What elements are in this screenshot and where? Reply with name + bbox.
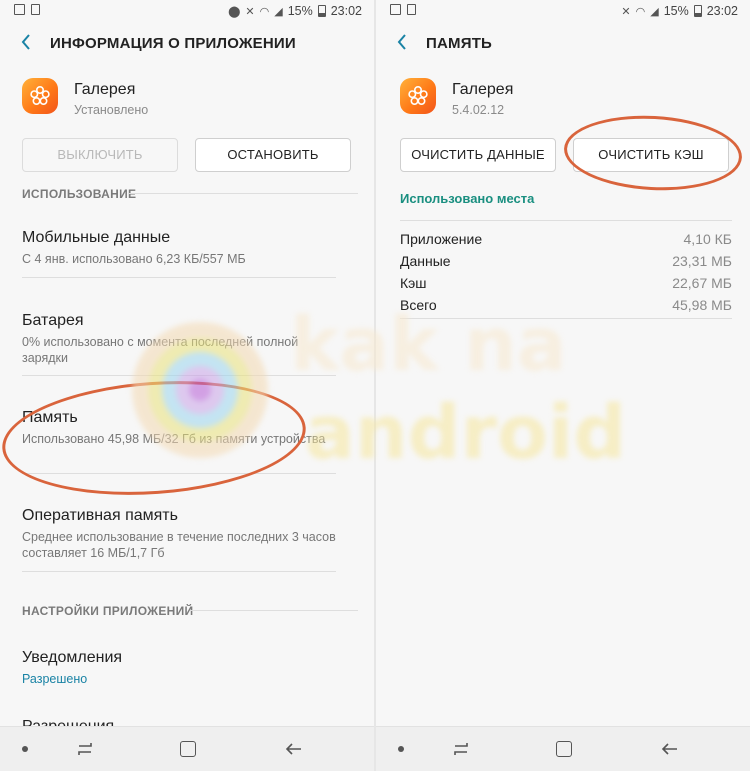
used-space-header: Использовано места — [400, 191, 535, 206]
item-subtitle: 0% использовано с момента последней полн… — [22, 335, 299, 365]
app-name: Галерея — [74, 81, 136, 98]
storage-row-cache: Кэш 22,67 МБ — [400, 273, 732, 295]
mobile-data-item[interactable]: Мобильные данные С 4 янв. использовано 6… — [22, 229, 346, 267]
status-bar: ✕ ◠ ◢ 15% 23:02 — [376, 0, 750, 24]
back-button[interactable] — [14, 30, 38, 58]
row-value: 4,10 КБ — [683, 231, 732, 247]
item-title: Мобильные данные — [22, 229, 171, 246]
clock: 23:02 — [706, 4, 738, 18]
gallery-notification-icon — [14, 4, 25, 15]
section-divider — [400, 318, 732, 319]
recent-apps-icon[interactable] — [76, 740, 94, 758]
nav-dot-icon[interactable] — [398, 746, 404, 752]
row-label: Кэш — [400, 275, 427, 291]
storage-item[interactable]: Память Использовано 45,98 МБ/32 Гб из па… — [22, 409, 346, 447]
chevron-left-icon — [397, 34, 406, 50]
item-title: Память — [22, 409, 78, 426]
row-label: Данные — [400, 253, 451, 269]
storage-row-app: Приложение 4,10 КБ — [400, 229, 732, 251]
back-button[interactable] — [390, 30, 414, 58]
sd-card-icon — [31, 4, 40, 15]
list-divider — [22, 277, 336, 278]
disable-button[interactable]: ВЫКЛЮЧИТЬ — [22, 138, 178, 172]
clock: 23:02 — [330, 4, 362, 18]
battery-percent: 15% — [287, 4, 313, 18]
page-title: ПАМЯТЬ — [426, 35, 493, 52]
row-value: 23,31 МБ — [672, 253, 732, 269]
app-version: 5.4.02.12 — [452, 103, 505, 117]
app-bar: ИНФОРМАЦИЯ О ПРИЛОЖЕНИИ — [0, 28, 374, 62]
nav-dot-icon[interactable] — [22, 746, 28, 752]
battery-item[interactable]: Батарея 0% использовано с момента послед… — [22, 312, 346, 366]
recent-apps-icon[interactable] — [452, 740, 470, 758]
ram-item[interactable]: Оперативная память Среднее использование… — [22, 507, 346, 561]
item-subtitle: С 4 янв. использовано 6,23 КБ/557 МБ — [22, 252, 246, 266]
navigation-bar — [376, 726, 750, 771]
force-stop-button[interactable]: ОСТАНОВИТЬ — [195, 138, 351, 172]
storage-row-data: Данные 23,31 МБ — [400, 251, 732, 273]
app-settings-section-header: НАСТРОЙКИ ПРИЛОЖЕНИЙ — [22, 604, 194, 618]
list-divider — [22, 375, 336, 376]
clear-cache-button[interactable]: ОЧИСТИТЬ КЭШ — [573, 138, 729, 172]
item-title: Уведомления — [22, 649, 123, 666]
app-info-screen: ⬤ ✕ ◠ ◢ 15% 23:02 ИНФОРМАЦИЯ О ПРИЛОЖЕНИ… — [0, 0, 374, 771]
app-name: Галерея — [452, 81, 514, 98]
notifications-item[interactable]: Уведомления Разрешено — [22, 649, 346, 687]
storage-screen: ✕ ◠ ◢ 15% 23:02 ПАМЯТЬ Галерея 5.4.02.12… — [376, 0, 750, 771]
gallery-notification-icon — [390, 4, 401, 15]
wifi-icon: ◠ — [635, 5, 646, 18]
gallery-app-icon — [400, 78, 436, 114]
item-subtitle: Разрешено — [22, 672, 88, 686]
signal-icon: ◢ — [650, 5, 659, 18]
wifi-icon: ◠ — [259, 5, 270, 18]
battery-icon — [693, 5, 702, 17]
clear-data-button[interactable]: ОЧИСТИТЬ ДАННЫЕ — [400, 138, 556, 172]
usage-section-header: ИСПОЛЬЗОВАНИЕ — [22, 187, 137, 201]
item-subtitle: Среднее использование в течение последни… — [22, 530, 336, 560]
signal-icon: ◢ — [274, 5, 283, 18]
page-title: ИНФОРМАЦИЯ О ПРИЛОЖЕНИИ — [50, 35, 296, 52]
storage-row-total: Всего 45,98 МБ — [400, 295, 732, 317]
install-status: Установлено — [74, 103, 149, 117]
chevron-left-icon — [21, 34, 30, 50]
app-summary: Галерея Установлено — [22, 78, 374, 122]
row-label: Всего — [400, 297, 437, 313]
sd-card-icon — [407, 4, 416, 15]
row-value: 45,98 МБ — [672, 297, 732, 313]
row-value: 22,67 МБ — [672, 275, 732, 291]
gallery-app-icon — [22, 78, 58, 114]
item-subtitle: Использовано 45,98 МБ/32 Гб из памяти ус… — [22, 432, 326, 446]
mute-icon: ✕ — [621, 5, 631, 18]
list-divider — [22, 571, 336, 572]
app-summary: Галерея 5.4.02.12 — [400, 78, 750, 122]
battery-icon — [317, 5, 326, 17]
app-bar: ПАМЯТЬ — [376, 28, 750, 62]
section-divider — [190, 610, 358, 611]
back-nav-icon[interactable] — [284, 739, 304, 759]
navigation-bar — [0, 726, 374, 771]
location-icon: ⬤ — [228, 5, 241, 18]
item-title: Батарея — [22, 312, 84, 329]
home-icon[interactable] — [180, 741, 196, 757]
row-label: Приложение — [400, 231, 483, 247]
back-nav-icon[interactable] — [660, 739, 680, 759]
section-divider — [128, 193, 358, 194]
battery-percent: 15% — [663, 4, 689, 18]
list-divider — [22, 473, 336, 474]
section-divider — [400, 220, 732, 221]
home-icon[interactable] — [556, 741, 572, 757]
mute-icon: ✕ — [245, 5, 255, 18]
status-bar: ⬤ ✕ ◠ ◢ 15% 23:02 — [0, 0, 374, 24]
item-title: Оперативная память — [22, 507, 178, 524]
